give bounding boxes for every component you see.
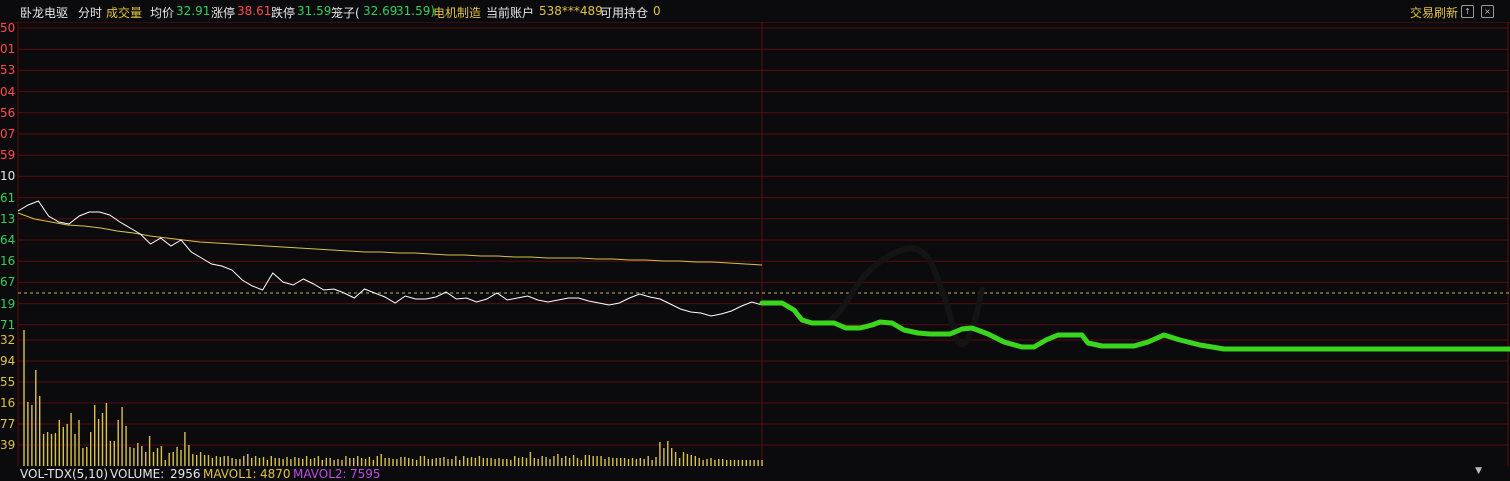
pin-icon[interactable]: ↑ (1461, 5, 1474, 18)
axis-tick-label: 94 (0, 354, 16, 368)
axis-tick-label: 67 (0, 275, 16, 290)
axis-tick-label: 77 (0, 417, 16, 431)
mavol1-value: 4870 (260, 467, 291, 481)
chart-grid (17, 22, 1509, 466)
axis-tick-label: 71 (0, 317, 16, 332)
axis-tick-label: 10 (0, 169, 16, 184)
volume-value: 2956 (170, 467, 201, 481)
basket-high-value: 32.69 (363, 4, 398, 18)
hand-drawn-forecast-line (759, 300, 1510, 352)
mavol1-label: MAVOL1: (203, 467, 257, 481)
chevron-down-icon[interactable]: ▼ (1475, 466, 1482, 476)
volume-toggle-label[interactable]: 成交量 (106, 4, 142, 21)
account-value[interactable]: 538***489 (539, 4, 603, 18)
volume-label: VOLUME: (110, 467, 165, 481)
mavol2-label: MAVOL2: (293, 467, 347, 481)
limit-up-label: 涨停 (211, 6, 236, 20)
position-value: 0 (653, 4, 661, 18)
limit-down-label: 跌停 (271, 6, 296, 20)
basket-low-value: 31.59) (396, 4, 436, 18)
axis-tick-label: 01 (0, 42, 16, 57)
axis-tick-label: 59 (0, 148, 16, 163)
volume-bars (23, 330, 763, 466)
intraday-chart[interactable] (0, 22, 1510, 466)
sector-label[interactable]: 电机制造 (433, 4, 481, 21)
axis-tick-label: 07 (0, 127, 16, 141)
axis-tick-label: 16 (0, 254, 16, 269)
average-price-line (17, 212, 763, 266)
axis-tick-label: 56 (0, 105, 16, 120)
avg-price-value: 32.91 (176, 4, 211, 18)
axis-tick-label: 19 (0, 296, 16, 311)
limit-up-value: 38.61 (237, 4, 272, 18)
volume-indicator-bar: VOL-TDX(5,10) VOLUME: 2956 MAVOL1: 4870 … (0, 466, 1510, 481)
account-label: 当前账户 (486, 6, 535, 20)
indicator-name[interactable]: VOL-TDX(5,10) (20, 467, 108, 481)
stock-name[interactable]: 卧龙电驱 (20, 4, 68, 21)
mavol2-value: 7595 (350, 467, 381, 481)
axis-tick-label: 04 (0, 84, 16, 99)
axis-tick-label: 39 (0, 438, 16, 452)
axis-tick-label: 55 (0, 375, 16, 389)
axis-tick-label: 50 (0, 21, 16, 35)
avg-price-label: 均价 (150, 6, 175, 20)
position-label: 可用持仓 (600, 6, 649, 20)
axis-tick-label: 64 (0, 233, 16, 247)
quote-header-bar: 卧龙电驱 分时 成交量 均价 32.91 涨停 38.61 跌停 31.59 笼… (0, 0, 1510, 23)
axis-tick-label: 13 (0, 211, 16, 226)
price-line (17, 200, 763, 317)
axis-tick-label: 32 (0, 333, 16, 347)
basket-label: 笼子( (331, 6, 360, 20)
axis-tick-label: 53 (0, 63, 16, 78)
close-icon[interactable]: × (1481, 5, 1494, 18)
axis-tick-label: 61 (0, 190, 16, 205)
trade-refresh-button[interactable]: 交易刷新 (1410, 4, 1458, 21)
mode-label[interactable]: 分时 (78, 4, 102, 21)
limit-down-value: 31.59 (297, 4, 332, 18)
axis-tick-label: 16 (0, 396, 16, 410)
